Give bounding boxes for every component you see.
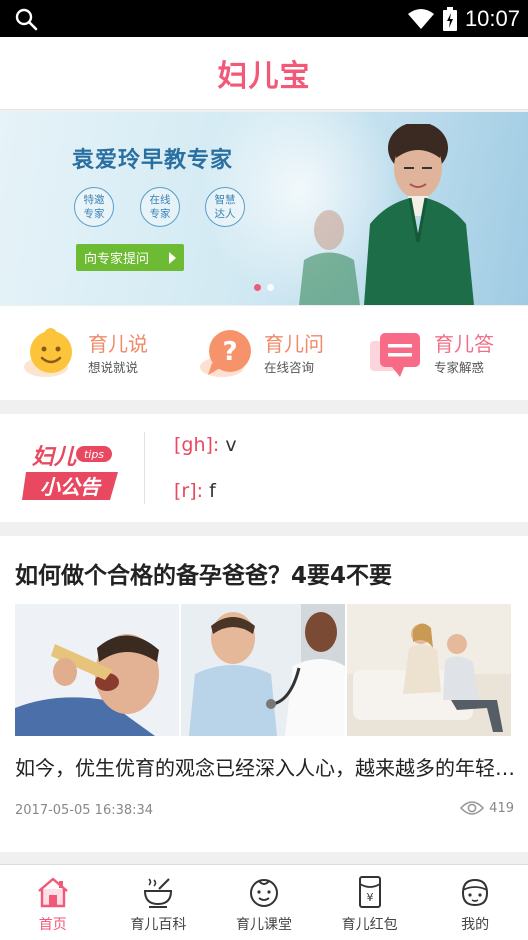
notice-divider <box>144 432 145 504</box>
battery-icon <box>442 6 457 31</box>
nav-label: 我的 <box>461 917 490 933</box>
nav-encyclopedia[interactable]: 育儿百科 <box>106 865 212 940</box>
man-eating-photo[interactable] <box>15 604 179 736</box>
carousel-dot-active[interactable] <box>254 284 261 291</box>
eye-icon <box>460 801 485 815</box>
carousel-dot[interactable] <box>267 284 274 291</box>
ask-expert-button[interactable]: 向专家提问 <box>76 244 184 271</box>
profile-icon <box>462 878 489 907</box>
article-views: 419 <box>460 800 514 816</box>
doctor-checkup-photo[interactable] <box>181 604 345 736</box>
clock-time: 10:07 <box>464 5 520 31</box>
quick-link-subtitle: 专家解惑 <box>434 360 485 375</box>
banner-badge: 特邀 专家 <box>74 187 114 227</box>
nav-label: 育儿课堂 <box>235 917 292 933</box>
article-title[interactable]: 如何做个合格的备孕爸爸？4要4不要 <box>15 556 392 590</box>
article-description: 如今，优生优育的观念已经深入人心，越来越多的年轻夫妇都开始重视备孕 <box>15 756 515 780</box>
notice-item-tag: [r]: <box>174 480 204 502</box>
quick-link-parenting-ask[interactable]: ? 育儿问 在线咨询 <box>200 322 324 386</box>
svg-text:¥: ¥ <box>366 891 373 904</box>
couple-sofa-photo[interactable] <box>347 604 511 736</box>
play-arrow-icon <box>169 252 176 264</box>
status-bar: 10:07 <box>0 0 528 37</box>
view-count: 419 <box>489 800 514 816</box>
nav-classroom[interactable]: 育儿课堂 <box>211 865 317 940</box>
article-card[interactable]: 如何做个合格的备孕爸爸？4要4不要 如今，优生优育的观念已经深入人心，越来越多的… <box>0 536 528 852</box>
svg-text:?: ? <box>222 337 237 367</box>
nav-home[interactable]: 首页 <box>0 865 106 940</box>
nav-label: 首页 <box>38 917 67 933</box>
quick-link-title: 育儿问 <box>264 332 324 356</box>
quick-link-title: 育儿说 <box>88 332 148 356</box>
quick-link-subtitle: 在线咨询 <box>264 360 315 375</box>
expert-photo <box>364 124 474 305</box>
notice-board: 妇儿 tips 小公告 [gh]: v [r]: f <box>0 414 528 522</box>
quick-links: 育儿说 想说就说 ? 育儿问 在线咨询 育儿答 专家解惑 <box>0 306 528 400</box>
answer-bubble-icon <box>370 333 420 377</box>
promo-banner[interactable]: 袁爱玲早教专家 特邀 专家 在线 专家 智慧 达人 向专家提问 <box>0 112 528 305</box>
notice-item[interactable]: [gh]: v <box>174 434 237 456</box>
quick-link-title: 育儿答 <box>434 332 494 356</box>
home-icon <box>38 877 68 908</box>
nav-label: 育儿百科 <box>130 917 187 933</box>
notice-logo-line1: 妇儿 <box>31 445 77 470</box>
notice-logo: 妇儿 tips 小公告 <box>22 445 118 500</box>
expert-photo-small <box>299 210 360 305</box>
baby-face-icon <box>249 879 278 907</box>
nav-label: 育儿红包 <box>341 917 398 933</box>
ask-expert-label: 向专家提问 <box>84 252 150 267</box>
notice-item-tag: [gh]: <box>174 434 220 456</box>
notice-logo-line2: 小公告 <box>40 475 102 499</box>
article-date: 2017-05-05 16:38:34 <box>15 803 154 818</box>
search-icon[interactable] <box>14 7 38 31</box>
notice-item[interactable]: [r]: f <box>174 480 216 502</box>
quick-link-subtitle: 想说就说 <box>88 360 139 375</box>
notice-item-text: f <box>203 480 216 502</box>
app-logo: 妇儿宝 <box>217 59 311 94</box>
quick-link-parenting-answer[interactable]: 育儿答 专家解惑 <box>370 322 494 386</box>
bowl-icon <box>144 878 173 908</box>
bottom-nav: 首页 育儿百科 育儿课堂 ¥ 育儿红包 我的 <box>0 864 528 940</box>
banner-badge: 智慧 达人 <box>205 187 245 227</box>
banner-badge: 在线 专家 <box>140 187 180 227</box>
red-envelope-icon: ¥ <box>358 876 381 908</box>
notice-item-text: v <box>219 434 237 456</box>
app-header: 妇儿宝 <box>0 37 528 110</box>
wifi-icon <box>407 8 434 29</box>
question-bubble-icon: ? <box>200 330 251 377</box>
banner-title: 袁爱玲早教专家 <box>72 148 234 173</box>
carousel-dots[interactable] <box>254 284 274 291</box>
nav-red-envelope[interactable]: ¥ 育儿红包 <box>317 865 423 940</box>
notice-logo-tips: tips <box>84 448 104 461</box>
smiley-icon <box>24 328 72 377</box>
nav-profile[interactable]: 我的 <box>422 865 528 940</box>
article-images <box>15 604 511 736</box>
quick-link-parenting-talk[interactable]: 育儿说 想说就说 <box>24 322 148 386</box>
